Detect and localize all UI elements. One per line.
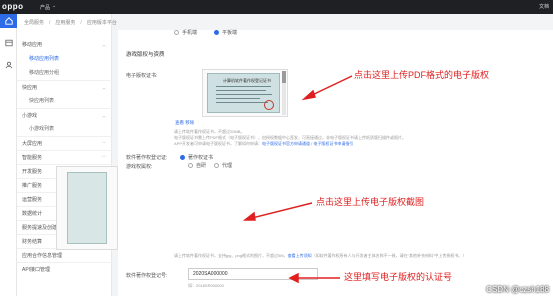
arrow-upload-screenshot bbox=[251, 202, 313, 219]
watermark: CSDN @czsh188 bbox=[486, 285, 549, 294]
arrow-upload-pdf bbox=[309, 75, 353, 97]
arrowhead-icon bbox=[288, 272, 299, 284]
annotation-arrows bbox=[242, 75, 353, 284]
arrowhead-icon bbox=[242, 211, 256, 221]
arrowhead-icon bbox=[301, 89, 316, 101]
